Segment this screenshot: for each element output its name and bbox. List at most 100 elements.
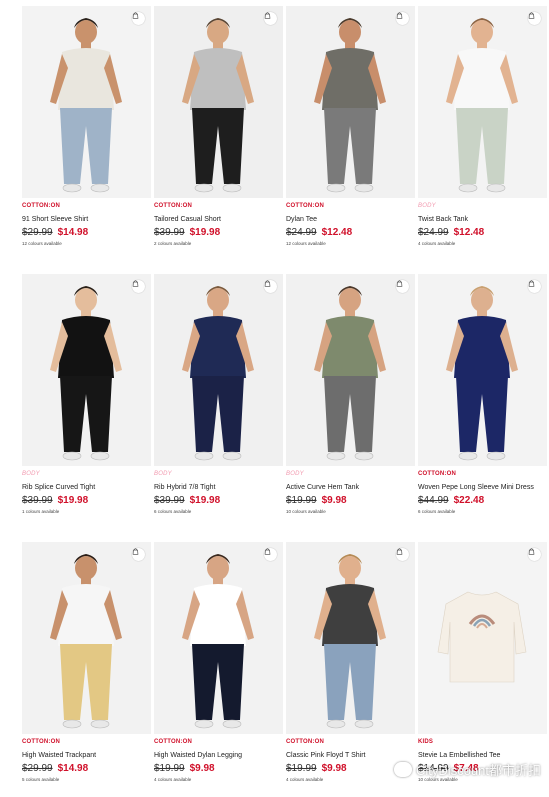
product-card[interactable]: COTTON:ON Woven Pepe Long Sleeve Mini Dr… xyxy=(418,274,547,542)
product-image[interactable] xyxy=(418,6,547,198)
brand-label: BODY xyxy=(22,471,40,477)
sale-price: $14.98 xyxy=(57,763,89,774)
wechat-logo-icon xyxy=(394,762,413,777)
brand-label: COTTON:ON xyxy=(286,203,325,209)
product-name[interactable]: Classic Pink Floyd T Shirt xyxy=(286,752,415,759)
brand-label: COTTON:ON xyxy=(418,471,457,477)
original-price: $39.99 xyxy=(22,495,53,506)
sale-price: $9.98 xyxy=(189,763,215,774)
brand-label: COTTON:ON xyxy=(154,739,193,745)
price-row: $39.99 $19.98 xyxy=(154,227,283,238)
price-row: $24.99 $12.48 xyxy=(286,227,415,238)
product-name[interactable]: 91 Short Sleeve Shirt xyxy=(22,216,151,223)
product-card[interactable]: COTTON:ON Classic Pink Floyd T Shirt $19… xyxy=(286,542,415,797)
colours-available: 12 colours available xyxy=(286,241,326,246)
product-image[interactable] xyxy=(286,274,415,466)
brand-label: COTTON:ON xyxy=(22,203,61,209)
product-image[interactable] xyxy=(286,6,415,198)
price-row: $19.99 $9.98 xyxy=(154,763,283,774)
product-card[interactable]: COTTON:ON High Waisted Trackpant $29.99 $… xyxy=(22,542,151,797)
sale-price: $19.98 xyxy=(189,227,221,238)
original-price: $19.99 xyxy=(286,495,317,506)
original-price: $29.99 xyxy=(22,227,53,238)
shopping-bag-icon[interactable] xyxy=(264,548,277,561)
product-card[interactable]: COTTON:ON 91 Short Sleeve Shirt $29.99 $1… xyxy=(22,6,151,274)
product-grid: COTTON:ON 91 Short Sleeve Shirt $29.99 $1… xyxy=(22,6,547,797)
sale-price: $14.98 xyxy=(57,227,89,238)
original-price: $39.99 xyxy=(154,495,185,506)
shopping-bag-icon[interactable] xyxy=(396,548,409,561)
brand-label: COTTON:ON xyxy=(286,739,325,745)
colours-available: 12 colours available xyxy=(22,241,62,246)
brand-label: COTTON:ON xyxy=(154,203,193,209)
product-name[interactable]: Tailored Casual Short xyxy=(154,216,283,223)
sale-price: $12.48 xyxy=(321,227,353,238)
price-row: $19.99 $9.98 xyxy=(286,495,415,506)
product-name[interactable]: High Waisted Dylan Legging xyxy=(154,752,283,759)
brand-label: BODY xyxy=(418,203,436,209)
product-card[interactable]: BODY Twist Back Tank $24.99 $12.48 4 colo… xyxy=(418,6,547,274)
product-image[interactable] xyxy=(418,542,547,734)
product-card[interactable]: BODY Rib Hybrid 7/8 Tight $39.99 $19.98 6… xyxy=(154,274,283,542)
product-image[interactable] xyxy=(154,274,283,466)
shopping-bag-icon[interactable] xyxy=(396,280,409,293)
shopping-bag-icon[interactable] xyxy=(264,280,277,293)
product-name[interactable]: Rib Splice Curved Tight xyxy=(22,484,151,491)
shopping-bag-icon[interactable] xyxy=(132,12,145,25)
shopping-bag-icon[interactable] xyxy=(528,548,541,561)
product-name[interactable]: Dylan Tee xyxy=(286,216,415,223)
original-price: $29.99 xyxy=(22,763,53,774)
product-card[interactable]: BODY Rib Splice Curved Tight $39.99 $19.9… xyxy=(22,274,151,542)
product-image[interactable] xyxy=(154,542,283,734)
shopping-bag-icon[interactable] xyxy=(132,548,145,561)
product-name[interactable]: Active Curve Hem Tank xyxy=(286,484,415,491)
product-name[interactable]: Woven Pepe Long Sleeve Mini Dress xyxy=(418,484,547,491)
original-price: $24.99 xyxy=(286,227,317,238)
product-image[interactable] xyxy=(22,6,151,198)
brand-label: COTTON:ON xyxy=(22,739,61,745)
price-row: $29.99 $14.98 xyxy=(22,763,151,774)
shopping-bag-icon[interactable] xyxy=(264,12,277,25)
price-row: $39.99 $19.98 xyxy=(22,495,151,506)
product-card[interactable]: COTTON:ON Tailored Casual Short $39.99 $1… xyxy=(154,6,283,274)
colours-available: 6 colours available xyxy=(154,509,192,514)
colours-available: 6 colours available xyxy=(418,509,456,514)
watermark-text: CityDiscount都市折扣 xyxy=(416,763,541,778)
shopping-bag-icon[interactable] xyxy=(528,280,541,293)
product-image[interactable] xyxy=(22,542,151,734)
product-image[interactable] xyxy=(22,274,151,466)
original-price: $19.99 xyxy=(286,763,317,774)
shopping-bag-icon[interactable] xyxy=(132,280,145,293)
colours-available: 10 colours available xyxy=(286,509,326,514)
sale-price: $19.98 xyxy=(57,495,89,506)
price-row: $24.99 $12.48 xyxy=(418,227,547,238)
price-row: $39.99 $19.98 xyxy=(154,495,283,506)
product-image[interactable] xyxy=(286,542,415,734)
product-card[interactable]: COTTON:ON High Waisted Dylan Legging $19… xyxy=(154,542,283,797)
colours-available: 4 colours available xyxy=(418,241,456,246)
product-image[interactable] xyxy=(154,6,283,198)
sale-price: $9.98 xyxy=(321,763,347,774)
product-name[interactable]: High Waisted Trackpant xyxy=(22,752,151,759)
product-image[interactable] xyxy=(418,274,547,466)
product-name[interactable]: Rib Hybrid 7/8 Tight xyxy=(154,484,283,491)
original-price: $19.99 xyxy=(154,763,185,774)
sale-price: $19.98 xyxy=(189,495,221,506)
watermark: CityDiscount都市折扣 xyxy=(394,760,541,779)
product-card[interactable]: COTTON:ON Dylan Tee $24.99 $12.48 12 colo… xyxy=(286,6,415,274)
product-name[interactable]: Twist Back Tank xyxy=(418,216,547,223)
sale-price: $22.48 xyxy=(453,495,485,506)
brand-label: KIDS xyxy=(418,739,434,745)
price-row: $44.99 $22.48 xyxy=(418,495,547,506)
shopping-bag-icon[interactable] xyxy=(528,12,541,25)
product-card[interactable]: KIDS Stevie La Embellished Tee $14.99 $7.… xyxy=(418,542,547,797)
shopping-bag-icon[interactable] xyxy=(396,12,409,25)
original-price: $39.99 xyxy=(154,227,185,238)
price-row: $29.99 $14.98 xyxy=(22,227,151,238)
colours-available: 2 colours available xyxy=(154,241,192,246)
sale-price: $12.48 xyxy=(453,227,485,238)
product-card[interactable]: BODY Active Curve Hem Tank $19.99 $9.98 1… xyxy=(286,274,415,542)
brand-label: BODY xyxy=(154,471,172,477)
product-name[interactable]: Stevie La Embellished Tee xyxy=(418,752,547,759)
colours-available: 1 colours available xyxy=(22,509,60,514)
